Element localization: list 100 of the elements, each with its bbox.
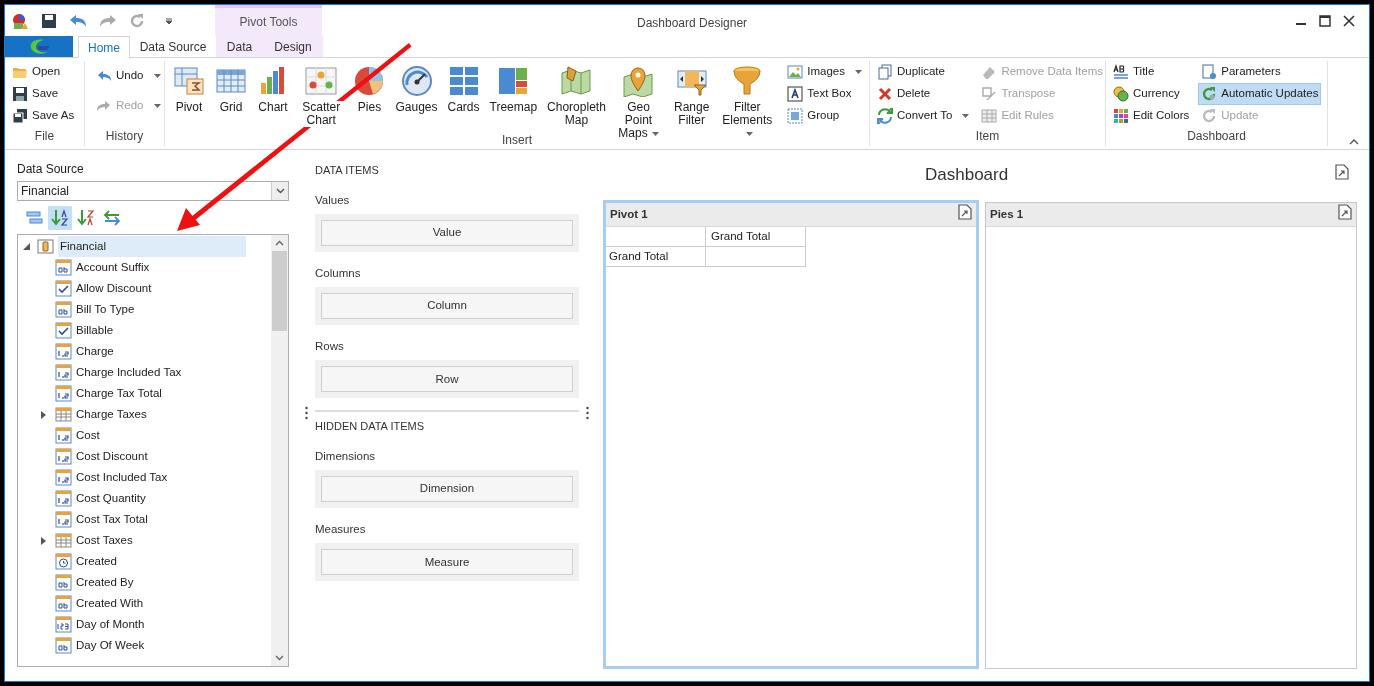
drop-target-button[interactable]: Measure: [321, 549, 573, 576]
sort-ascending-icon: [51, 209, 69, 227]
ribbon-button[interactable]: Automatic Updates: [1198, 83, 1322, 105]
tree-item[interactable]: Cost Included Tax: [18, 467, 271, 488]
integer-field-icon: [55, 616, 72, 633]
ribbon-button[interactable]: Undo: [93, 65, 164, 87]
ribbon-button[interactable]: Gauges: [391, 61, 442, 115]
ribbon-button[interactable]: Images: [784, 61, 865, 83]
ribbon-button[interactable]: Range Filter: [667, 61, 717, 128]
toolbar-button[interactable]: [48, 206, 72, 230]
app-logo-icon: [11, 11, 29, 30]
clock-field-icon: [55, 553, 72, 570]
group-icon: [787, 108, 804, 124]
ribbon-button[interactable]: Group: [784, 105, 865, 127]
close-icon[interactable]: [1343, 14, 1355, 27]
tree-item[interactable]: Billable: [18, 320, 271, 341]
ribbon-button[interactable]: Parameters: [1198, 61, 1322, 83]
collapse-ribbon-icon[interactable]: [1349, 139, 1359, 145]
tree-item[interactable]: Cost Taxes: [18, 530, 271, 551]
gauge-icon: [400, 65, 433, 97]
app-menu-button[interactable]: [5, 36, 73, 57]
drop-target-button[interactable]: Value: [321, 219, 573, 246]
ribbon-button[interactable]: Scatter Chart: [295, 61, 348, 128]
drop-target-button[interactable]: Column: [321, 293, 573, 319]
ribbon-button[interactable]: Currency: [1110, 83, 1193, 105]
tree-item[interactable]: Day Of Week: [18, 635, 271, 656]
ribbon-group-label: Item: [975, 128, 1000, 145]
ribbon-tab[interactable]: Home: [78, 36, 130, 58]
save-icon[interactable]: [41, 12, 57, 29]
table-icon: [55, 406, 72, 423]
ribbon-button[interactable]: Choropleth Map: [543, 61, 610, 128]
collapse-arrow-icon[interactable]: [23, 243, 33, 250]
tree-item[interactable]: Bill To Type: [18, 299, 271, 320]
ribbon-button[interactable]: Convert To: [874, 105, 973, 127]
ribbon-button[interactable]: Delete: [874, 83, 973, 105]
ribbon-button[interactable]: Text Box: [784, 83, 865, 105]
tree-item[interactable]: Charge Included Tax: [18, 362, 271, 383]
number-field-icon: [55, 448, 72, 465]
tree-item[interactable]: Charge: [18, 341, 271, 362]
customize-menu-icon[interactable]: [165, 16, 173, 25]
tree-item[interactable]: Cost Discount: [18, 446, 271, 467]
section-heading: DATA ITEMS: [315, 163, 379, 178]
section-heading: HIDDEN DATA ITEMS: [315, 419, 424, 435]
field-label: Measures: [315, 522, 366, 537]
drag-handle-icon[interactable]: [305, 406, 308, 420]
number-field-icon: [55, 511, 72, 528]
refresh-icon: [1201, 86, 1218, 102]
dashboard-item[interactable]: Pivot 1 Grand Total Grand Total: [603, 200, 979, 669]
tree-item[interactable]: Created By: [18, 572, 271, 593]
ribbon-button[interactable]: Title: [1110, 61, 1193, 83]
scroll-up-icon[interactable]: [275, 240, 284, 246]
tree-item[interactable]: Day of Month: [18, 614, 271, 635]
tree-item[interactable]: Created With: [18, 593, 271, 614]
drop-target-button[interactable]: Row: [321, 366, 573, 393]
collapse-all-icon: [25, 209, 43, 227]
dashboard-title: Dashboard: [925, 164, 1009, 187]
export-icon[interactable]: [958, 203, 972, 220]
tree-item[interactable]: Charge Tax Total: [18, 383, 271, 404]
ribbon-button[interactable]: Filter Elements: [718, 61, 777, 141]
contextual-tab-group-label: Pivot Tools: [239, 14, 298, 31]
ribbon-tab[interactable]: Data Source: [130, 36, 216, 57]
image-icon: [787, 64, 804, 80]
maximize-icon[interactable]: [1319, 14, 1331, 27]
eraser-icon: [981, 64, 998, 80]
ribbon-button[interactable]: Edit Colors: [1110, 105, 1193, 127]
coins-icon: [1113, 86, 1129, 102]
scrollbar[interactable]: [271, 235, 288, 666]
ribbon-button[interactable]: Save: [9, 83, 78, 105]
ribbon-button[interactable]: Duplicate: [874, 61, 973, 83]
text-field-icon: [55, 595, 72, 612]
drop-target-button[interactable]: Dimension: [321, 476, 573, 502]
ribbon-button[interactable]: Geo Point Maps: [611, 61, 666, 141]
number-field-icon: [55, 385, 72, 402]
boolean-field-icon: [55, 280, 72, 297]
ribbon-tab[interactable]: Data: [216, 36, 263, 57]
undo-icon[interactable]: [69, 13, 87, 28]
tree-item[interactable]: Cost: [18, 425, 271, 446]
tree-item[interactable]: Cost Tax Total: [18, 509, 271, 530]
scrollbar-thumb[interactable]: [272, 251, 287, 331]
tree-item[interactable]: Account Suffix: [18, 257, 271, 278]
data-source-dropdown[interactable]: Financial: [17, 181, 289, 201]
tree-item[interactable]: Created: [18, 551, 271, 572]
drag-handle-icon[interactable]: [586, 406, 589, 420]
ribbon-button[interactable]: Chart: [253, 61, 293, 115]
scroll-down-icon[interactable]: [275, 655, 284, 661]
ribbon-button[interactable]: Cards: [443, 61, 484, 115]
ribbon-button[interactable]: Save As: [9, 105, 78, 127]
tree-item[interactable]: Allow Discount: [18, 278, 271, 299]
ribbon-group-label: Insert: [502, 132, 532, 149]
ribbon-button[interactable]: Pivot: [169, 61, 209, 115]
title-icon: [1113, 64, 1129, 80]
tree-item[interactable]: Cost Quantity: [18, 488, 271, 509]
tree-item[interactable]: Charge Taxes: [18, 404, 271, 425]
dashboard-item[interactable]: Pies 1: [985, 202, 1357, 669]
export-icon[interactable]: [1335, 164, 1349, 180]
ribbon-button[interactable]: Treemap: [485, 61, 542, 115]
ribbon-button[interactable]: Grid: [211, 61, 251, 115]
ribbon-button[interactable]: Open: [9, 61, 78, 83]
export-icon[interactable]: [1338, 203, 1352, 220]
ribbon-tab[interactable]: Design: [263, 36, 323, 57]
